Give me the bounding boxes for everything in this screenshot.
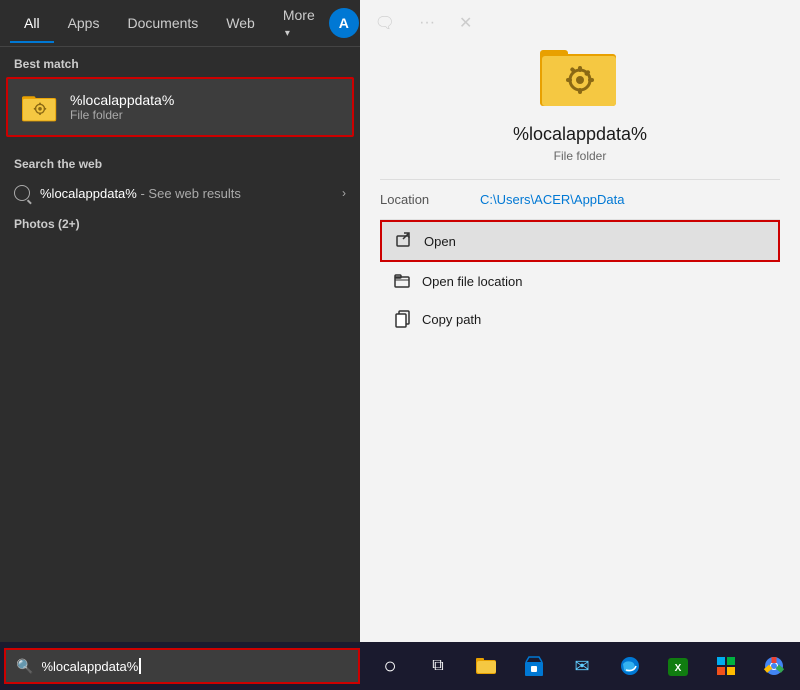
- open-file-location-button[interactable]: Open file location: [380, 262, 780, 300]
- svg-text:X: X: [675, 663, 682, 674]
- chrome-icon: [762, 654, 786, 678]
- ellipsis-icon: ···: [419, 14, 435, 31]
- best-match-title: %localappdata%: [70, 92, 174, 108]
- web-search-item[interactable]: %localappdata% - See web results ›: [0, 177, 360, 209]
- taskbar-icons: ○ ⧉ ✉ X: [368, 644, 796, 688]
- best-match-subtitle: File folder: [70, 108, 174, 122]
- web-search-section: Search the web %localappdata% - See web …: [0, 147, 360, 209]
- web-search-label: Search the web: [0, 147, 360, 177]
- msstore2-button[interactable]: [704, 644, 748, 688]
- store-button[interactable]: [512, 644, 556, 688]
- chat-icon: 🗨: [375, 15, 395, 32]
- taskbar: 🔍 %localappdata% ○ ⧉ ✉: [0, 642, 800, 690]
- best-match-label: Best match: [0, 47, 360, 77]
- photos-section-label: Photos (2+): [0, 209, 360, 235]
- web-query: %localappdata% - See web results: [40, 186, 241, 201]
- edge-icon: [618, 654, 642, 678]
- close-icon: ✕: [459, 15, 472, 32]
- result-subtitle: File folder: [554, 149, 607, 163]
- xbox-button[interactable]: X: [656, 644, 700, 688]
- taskbar-search-text: %localappdata%: [41, 659, 138, 674]
- best-match-text-group: %localappdata% File folder: [70, 92, 174, 122]
- chevron-right-icon: ›: [342, 186, 346, 200]
- nav-tabs: All Apps Documents Web More ▾ A 🗨: [0, 0, 360, 47]
- windows-icon: [714, 654, 738, 678]
- cortana-button[interactable]: ○: [368, 644, 412, 688]
- mail-button[interactable]: ✉: [560, 644, 604, 688]
- copy-path-icon: [394, 310, 412, 328]
- user-avatar-button[interactable]: A: [329, 8, 359, 38]
- taskbar-search-icon: 🔍: [16, 658, 33, 675]
- open-icon: [396, 232, 414, 250]
- result-title: %localappdata%: [513, 124, 647, 145]
- folder-icon-small: [22, 89, 58, 125]
- taskbar-search-box[interactable]: 🔍 %localappdata%: [4, 648, 360, 684]
- file-explorer-icon: [474, 654, 498, 678]
- xbox-icon: X: [666, 654, 690, 678]
- more-chevron-icon: ▾: [285, 28, 290, 39]
- location-label: Location: [380, 192, 480, 207]
- chat-icon-button[interactable]: 🗨: [367, 9, 403, 37]
- location-value[interactable]: C:\Users\ACER\AppData: [480, 192, 625, 207]
- taskview-button[interactable]: ⧉: [416, 644, 460, 688]
- explorer-button[interactable]: [464, 644, 508, 688]
- folder-icon-large: [540, 40, 620, 110]
- tab-more[interactable]: More ▾: [269, 0, 329, 51]
- right-panel: %localappdata% File folder Location C:\U…: [360, 0, 800, 642]
- result-header: %localappdata% File folder: [380, 20, 780, 180]
- best-match-item[interactable]: %localappdata% File folder: [6, 77, 354, 137]
- open-file-location-icon: [394, 272, 412, 290]
- tab-web[interactable]: Web: [212, 3, 269, 43]
- chrome-button[interactable]: [752, 644, 796, 688]
- search-cursor: [139, 658, 141, 674]
- ellipsis-button[interactable]: ···: [411, 10, 443, 36]
- close-button[interactable]: ✕: [451, 9, 480, 37]
- open-button[interactable]: Open: [380, 220, 780, 262]
- store-icon: [522, 654, 546, 678]
- edge-button[interactable]: [608, 644, 652, 688]
- search-icon: [14, 185, 30, 201]
- location-row: Location C:\Users\ACER\AppData: [380, 180, 780, 220]
- nav-right-controls: A 🗨 ··· ✕: [329, 8, 481, 38]
- tab-all[interactable]: All: [10, 3, 54, 43]
- tab-documents[interactable]: Documents: [113, 3, 212, 43]
- tab-apps[interactable]: Apps: [54, 3, 114, 43]
- copy-path-button[interactable]: Copy path: [380, 300, 780, 338]
